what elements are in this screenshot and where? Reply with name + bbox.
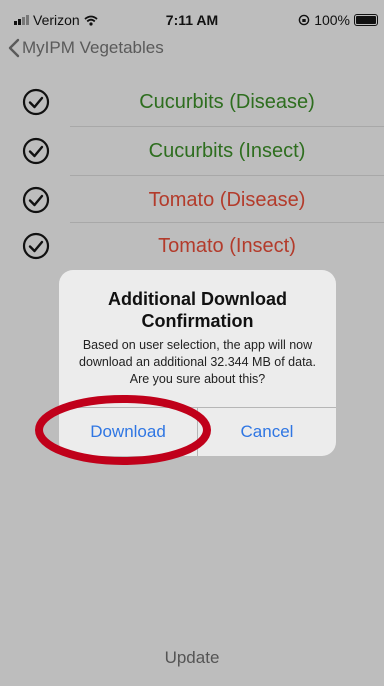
dialog-title: Additional Download Confirmation xyxy=(108,289,287,331)
list-item[interactable]: Tomato (Insect) xyxy=(0,222,384,270)
battery-indicator: 100% xyxy=(298,12,378,28)
list-item-label: Cucurbits (Insect) xyxy=(148,140,306,162)
download-button[interactable]: Download xyxy=(59,408,197,456)
battery-icon xyxy=(354,14,378,26)
checkmark-circle-icon xyxy=(22,137,50,165)
orientation-lock-icon xyxy=(298,14,310,26)
chevron-left-icon xyxy=(8,38,20,58)
back-button[interactable]: MyIPM Vegetables xyxy=(8,38,164,58)
list-item-label: Tomato (Insect) xyxy=(158,235,296,257)
list-item[interactable]: Cucurbits (Disease) xyxy=(0,78,384,126)
battery-percent: 100% xyxy=(314,12,350,28)
dialog-message: Based on user selection, the app will no… xyxy=(79,338,316,386)
list-item-label: Tomato (Disease) xyxy=(148,189,306,211)
update-button[interactable]: Update xyxy=(0,648,384,668)
back-label: MyIPM Vegetables xyxy=(22,38,164,57)
checkmark-circle-icon xyxy=(22,232,50,260)
checkmark-circle-icon xyxy=(22,88,50,116)
status-bar: Verizon 7:11 AM 100% xyxy=(0,0,384,40)
cancel-button[interactable]: Cancel xyxy=(198,408,336,456)
list-item[interactable]: Cucurbits (Insect) xyxy=(0,127,384,175)
list-item-label: Cucurbits (Disease) xyxy=(139,91,315,113)
list-item[interactable]: Tomato (Disease) xyxy=(0,176,384,224)
confirmation-dialog: Additional Download Confirmation Based o… xyxy=(59,270,336,456)
nav-bar: MyIPM Vegetables xyxy=(0,38,384,68)
checkmark-circle-icon xyxy=(22,186,50,214)
